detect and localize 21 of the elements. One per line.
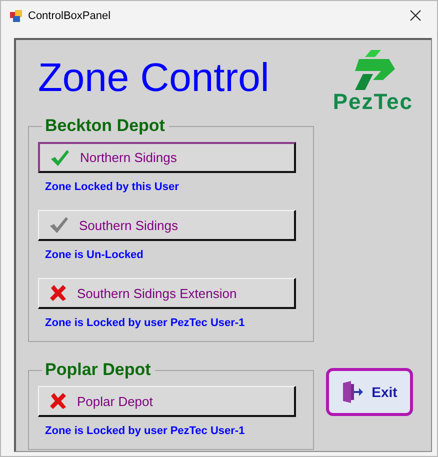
group-title: Beckton Depot (44, 116, 166, 136)
check-icon (50, 148, 70, 166)
exit-icon (342, 381, 364, 403)
zone-status: Zone is Locked by user PezTec User-1 (45, 425, 246, 437)
check-icon (49, 216, 69, 234)
zone-status: Zone is Un-Locked (45, 249, 144, 261)
page-heading: Zone Control (38, 56, 270, 100)
cross-icon (49, 284, 67, 302)
cross-icon (49, 392, 67, 410)
window-title: ControlBoxPanel (28, 10, 112, 22)
group-title: Poplar Depot (44, 360, 152, 380)
zone-button[interactable]: Southern Sidings (38, 210, 296, 241)
exit-button[interactable]: Exit (326, 368, 413, 416)
app-icon (10, 10, 22, 22)
zone-button[interactable]: Poplar Depot (38, 386, 296, 417)
zone-status: Zone is Locked by user PezTec User-1 (45, 317, 246, 329)
logo-text: PezTec (332, 90, 413, 114)
zone-status: Zone Locked by this User (45, 181, 180, 193)
zone-button[interactable]: Northern Sidings (38, 142, 296, 173)
zone-button[interactable]: Southern Sidings Extension (38, 278, 296, 309)
close-icon (410, 10, 420, 21)
